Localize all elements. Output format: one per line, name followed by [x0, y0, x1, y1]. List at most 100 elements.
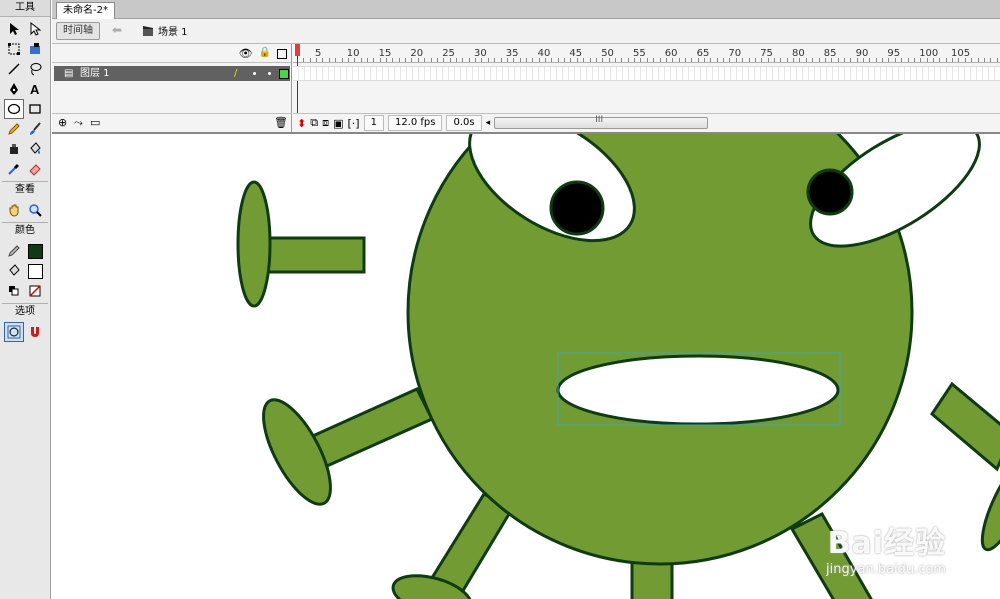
layer-controls: ⊕ ⤳ ▭ 🗑	[52, 113, 292, 133]
ruler-tick	[303, 58, 305, 62]
stroke-color-pencil-icon	[4, 241, 24, 261]
ruler-tick	[468, 58, 470, 62]
ruler-tick	[793, 58, 795, 62]
ruler-tick	[322, 58, 324, 62]
ruler-tick	[576, 58, 578, 62]
mouth[interactable]	[556, 354, 840, 426]
selection-tool-icon[interactable]	[4, 19, 24, 39]
breadcrumb[interactable]: 场景 1	[142, 23, 188, 38]
ruler-tick	[436, 58, 438, 62]
layer-edit-pencil-icon: /	[234, 68, 238, 79]
ruler-tick	[952, 58, 954, 62]
hand-tool-icon[interactable]	[4, 200, 24, 220]
elapsed-time: 0.0s	[446, 115, 482, 131]
layer-outline-color-swatch[interactable]	[279, 69, 289, 79]
center-frame-icon[interactable]: ⬍	[297, 117, 306, 130]
stroke-color-swatch[interactable]	[25, 241, 45, 261]
ruler-tick	[525, 58, 527, 62]
ruler-tick	[595, 58, 597, 62]
ruler-tick	[831, 58, 833, 62]
ruler-tick	[875, 58, 877, 62]
zoom-tool-icon[interactable]	[25, 200, 45, 220]
back-arrow-icon[interactable]: ⬅	[112, 23, 122, 37]
document-tab[interactable]: 未命名-2*	[56, 2, 115, 19]
ruler-tick	[684, 58, 686, 62]
no-color-icon[interactable]	[25, 281, 45, 301]
frame-ruler[interactable]: 5 10 15 20 25 30 35 40 45 50 55 60 65 70 75 80 85 90 95 100…	[293, 44, 1000, 63]
paint-bucket-tool-icon[interactable]	[25, 139, 45, 159]
left-pupil[interactable]	[549, 180, 605, 236]
frame-rate[interactable]: 12.0 fps	[387, 115, 443, 131]
layer-row[interactable]: ▤ 图层 1 /	[54, 66, 290, 81]
ruler-tick	[487, 58, 489, 62]
right-pupil[interactable]	[806, 168, 854, 216]
free-transform-tool-icon[interactable]	[4, 39, 24, 59]
eraser-tool-icon[interactable]	[25, 159, 45, 179]
modify-markers-icon[interactable]: [·]	[347, 117, 359, 130]
timeline-toggle-button[interactable]: 时间轴	[56, 22, 100, 40]
eyedropper-tool-icon[interactable]	[4, 159, 24, 179]
ruler-tick	[500, 58, 502, 62]
lock-icon[interactable]: 🔒	[259, 47, 271, 60]
ruler-tick	[774, 58, 775, 62]
onion-outline-icon[interactable]: ⧈	[322, 116, 329, 130]
pen-tool-icon[interactable]	[4, 79, 24, 99]
add-folder-icon[interactable]: ▭	[90, 116, 100, 129]
ruler-tick	[646, 58, 648, 62]
layer-name: 图层 1	[80, 68, 110, 79]
ruler-tick	[405, 58, 407, 62]
fill-color-bucket-icon	[4, 261, 24, 281]
lasso-tool-icon[interactable]	[25, 59, 45, 79]
oval-tool-icon[interactable]	[4, 99, 24, 119]
onion-skin-icon[interactable]: ⧉	[310, 116, 318, 130]
ink-bottle-tool-icon[interactable]	[4, 139, 24, 159]
svg-text:A: A	[30, 82, 40, 96]
layer-lock-dot[interactable]	[268, 72, 271, 75]
ruler-tick	[926, 58, 928, 62]
subselection-tool-icon[interactable]	[25, 19, 45, 39]
snap-magnet-icon[interactable]	[25, 322, 45, 342]
ruler-tick	[360, 58, 362, 62]
ruler-tick	[913, 58, 915, 62]
line-tool-icon[interactable]	[4, 59, 24, 79]
gradient-transform-tool-icon[interactable]	[25, 39, 45, 59]
ruler-tick	[805, 58, 807, 62]
ruler-tick	[615, 58, 616, 62]
eye-icon[interactable]: 👁	[239, 47, 253, 60]
stage-canvas[interactable]: Bai经验 jingyan.baidu.com	[52, 134, 1000, 599]
ruler-tick	[551, 58, 553, 62]
ruler-tick	[990, 58, 992, 62]
ruler-tick	[971, 58, 973, 62]
bottom-right-spike-stem[interactable]	[789, 512, 874, 599]
ruler-tick	[316, 58, 318, 62]
ruler-tick	[341, 58, 343, 62]
ruler-tick	[678, 58, 680, 62]
frame-row[interactable]	[293, 66, 1000, 81]
fill-color-swatch[interactable]	[25, 261, 45, 281]
default-colors-icon[interactable]	[4, 281, 24, 301]
color-section-title: 颜色	[15, 225, 35, 236]
pencil-tool-icon[interactable]	[4, 119, 24, 139]
timeline-scrollbar[interactable]: III	[494, 115, 709, 129]
text-tool-icon[interactable]: A	[25, 79, 45, 99]
left-spike-cap[interactable]	[236, 180, 272, 308]
ruler-tick	[347, 58, 349, 62]
ruler-number: 100	[919, 48, 939, 59]
edit-multiple-icon[interactable]: ▣	[333, 117, 343, 130]
ruler-tick	[379, 58, 381, 62]
add-layer-icon[interactable]: ⊕	[58, 116, 67, 129]
brush-tool-icon[interactable]	[25, 119, 45, 139]
ruler-tick	[977, 58, 979, 62]
object-drawing-icon[interactable]	[4, 322, 24, 342]
ruler-tick	[843, 58, 845, 62]
delete-layer-icon[interactable]: 🗑	[274, 116, 288, 129]
add-motion-guide-icon[interactable]: ⤳	[74, 116, 83, 130]
ruler-tick	[386, 58, 388, 62]
scroll-left-arrow-icon[interactable]: ◂	[486, 118, 491, 128]
rectangle-tool-icon[interactable]	[25, 99, 45, 119]
virus-drawing	[236, 134, 1000, 599]
timeline-status: ⬍ ⧉ ⧈ ▣ [·] 1 12.0 fps 0.0s ◂ III	[293, 113, 1000, 132]
right-spike-stem[interactable]	[930, 381, 1000, 472]
layer-visible-dot[interactable]	[253, 72, 256, 75]
outline-icon[interactable]	[277, 49, 287, 59]
